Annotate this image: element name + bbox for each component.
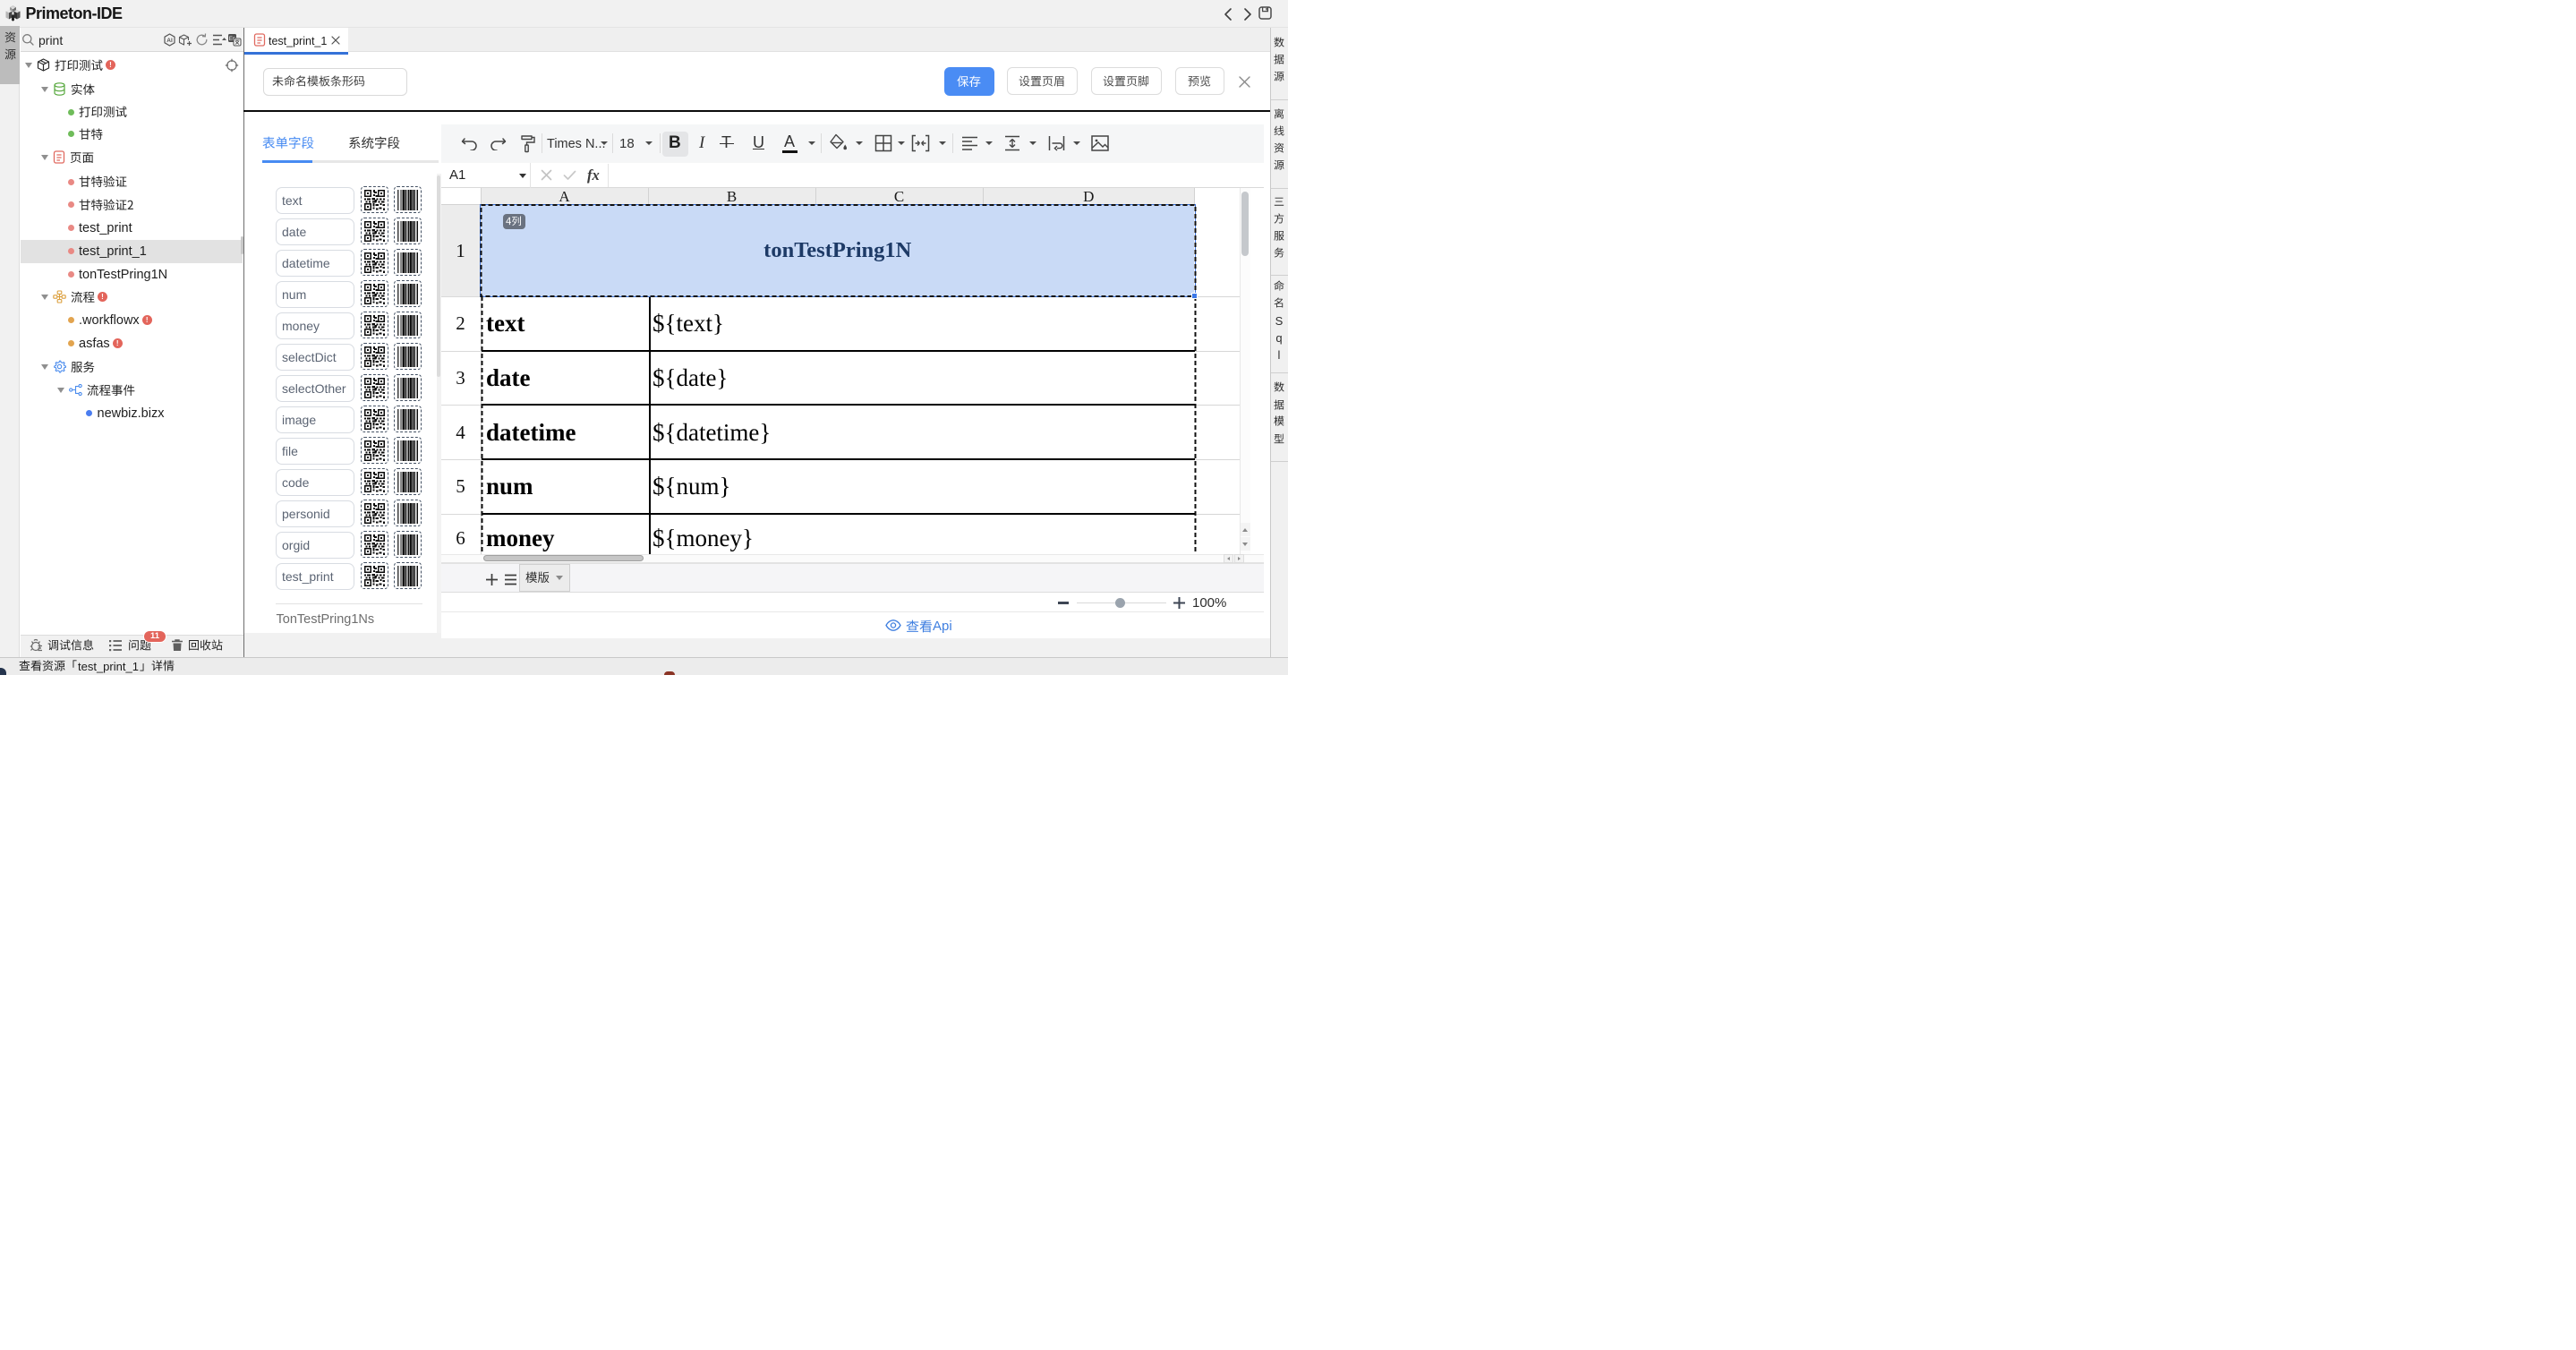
svg-text:AI: AI <box>166 38 173 44</box>
